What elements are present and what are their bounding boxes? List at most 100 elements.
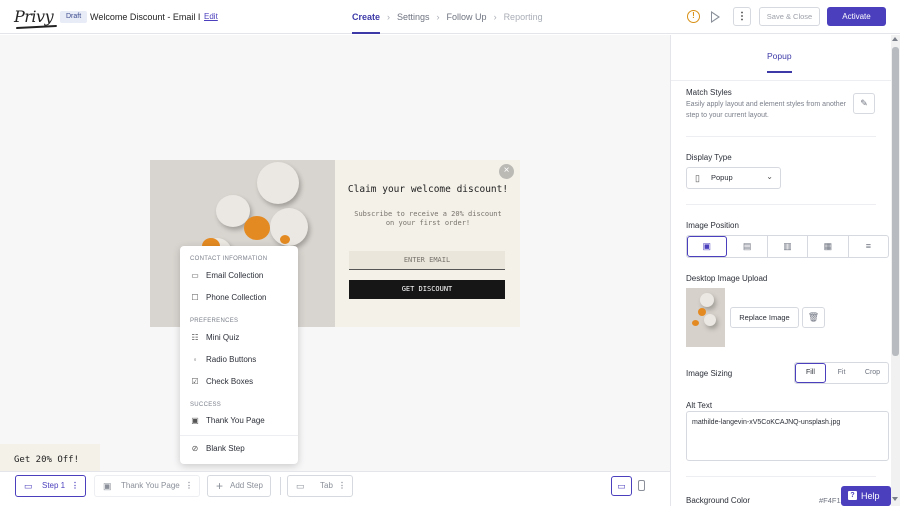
add-step-label: Add Step [230,481,263,490]
menu-item-thank-you-page[interactable]: ▣ Thank You Page [190,414,265,428]
chevron-down-icon: ⌄ [766,172,773,181]
match-styles-description: Easily apply layout and element styles f… [686,101,846,119]
more-options-button[interactable]: ⋮ [733,7,751,26]
menu-divider [180,435,298,436]
divider [686,476,876,477]
sizing-fill-option[interactable]: Fill [795,363,826,383]
menu-item-radio-buttons[interactable]: ◦ Radio Buttons [190,353,257,367]
background-color-label: Background Color [686,496,751,505]
no-icon: ⊘ [191,444,199,453]
image-sizing-label: Image Sizing [686,369,733,378]
campaign-name: Welcome Discount - Email I [90,12,200,22]
image-left-icon[interactable]: ▣ [687,236,728,257]
wizard-steps: Create › Settings › Follow Up › Reportin… [352,0,543,34]
display-type-select[interactable]: ▯ Popup ⌄ [686,167,781,189]
desktop-view-icon[interactable]: ▭ [611,476,632,496]
menu-item-blank-step[interactable]: ⊘ Blank Step [190,442,245,456]
divider [686,204,876,205]
replace-image-button[interactable]: Replace Image [730,307,799,328]
inbox-icon: ▭ [191,271,199,280]
radio-list-icon: ◦ [193,355,197,364]
menu-item-label: Check Boxes [206,377,254,386]
thank-you-step-button[interactable]: ▣ Thank You Page ⋮ [94,475,200,497]
step-options-icon[interactable]: ⋮ [338,476,346,496]
alt-text-field[interactable]: mathilde-langevin-xV5CoKCAJNQ-unsplash.j… [686,411,889,461]
popup-title[interactable]: Claim your welcome discount! [345,184,511,196]
settings-panel: Popup Match Styles Easily apply layout a… [670,35,900,506]
scrollbar-thumb[interactable] [892,47,899,356]
chevron-right-icon: › [436,12,440,22]
step-options-icon[interactable]: ⋮ [185,476,193,496]
add-step-menu: CONTACT INFORMATION ▭ Email Collection ☐ P… [180,246,298,464]
chevron-right-icon: › [387,12,391,22]
menu-item-phone-collection[interactable]: ☐ Phone Collection [190,291,266,305]
desktop-image-upload-label: Desktop Image Upload [686,274,768,283]
step-label: Tab [320,481,333,490]
image-top-icon[interactable]: ▥ [768,236,809,257]
menu-item-check-boxes[interactable]: ☑ Check Boxes [190,375,253,389]
edit-styles-icon[interactable]: ✎ [853,93,875,114]
divider [280,477,281,495]
plus-icon: + [216,479,224,493]
background-color-value[interactable]: #F4F1 [819,496,841,505]
menu-item-label: Blank Step [206,444,245,453]
help-button[interactable]: Help [841,486,891,506]
step-options-icon[interactable]: ⋮ [71,476,79,496]
divider [686,136,876,137]
chevron-right-icon: › [493,12,497,22]
step-1-button[interactable]: ▭ Step 1 ⋮ [15,475,86,497]
mobile-view-icon[interactable] [638,480,645,491]
image-right-icon[interactable]: ▤ [727,236,768,257]
warning-icon[interactable]: ! [687,10,700,23]
step-bar: ▭ Step 1 ⋮ ▣ Thank You Page ⋮ + Add Step… [0,471,670,506]
tab-icon: ▭ [296,481,305,491]
preview-play-icon[interactable] [711,11,720,23]
checkbox-list-icon: ☑ [191,377,199,386]
image-card-icon: ▣ [103,481,112,491]
tab-step-button[interactable]: ▭ Tab ⋮ [287,475,353,497]
menu-section-title: CONTACT INFORMATION [190,256,268,262]
flower-shape [280,235,290,244]
step-create[interactable]: Create [352,0,381,34]
display-type-value: Popup [711,173,733,182]
step-label: Step 1 [42,481,66,490]
popup-subtitle[interactable]: Subscribe to receive a 20% discount on y… [348,210,508,227]
menu-item-label: Email Collection [206,271,264,280]
no-image-icon[interactable]: ≡ [849,236,888,257]
popup-cta-button[interactable]: GET DISCOUNT [349,280,505,299]
sizing-fit-option[interactable]: Fit [826,363,857,383]
vase-shape [700,293,714,307]
divider [671,80,900,81]
image-position-label: Image Position [686,221,739,230]
menu-item-label: Phone Collection [206,293,267,302]
vase-shape [257,162,299,204]
teaser-tab[interactable]: Get 20% Off! [0,444,100,472]
phone-icon: ☐ [191,293,199,302]
scroll-up-icon[interactable] [892,37,898,41]
add-step-button[interactable]: + Add Step [207,475,271,497]
step-settings[interactable]: Settings [397,0,430,34]
menu-section-title: SUCCESS [190,402,222,408]
popup-type-icon: ▯ [695,173,700,183]
image-position-group: ▣ ▤ ▥ ▦ ≡ [686,235,889,258]
trash-icon[interactable]: 🗑 [802,307,825,328]
step-follow-up[interactable]: Follow Up [447,0,487,34]
popup-close-button[interactable]: × [499,164,514,179]
activate-button[interactable]: Activate [827,7,886,26]
quiz-icon: ☷ [191,333,199,342]
privy-logo[interactable]: Privy [14,7,54,26]
image-bottom-icon[interactable]: ▦ [808,236,849,257]
display-type-label: Display Type [686,153,732,162]
popup-email-input[interactable]: ENTER EMAIL [349,251,505,270]
sizing-crop-option[interactable]: Crop [857,363,888,383]
scroll-down-icon[interactable] [892,497,898,501]
edit-name-link[interactable]: Edit [204,12,218,21]
tab-popup[interactable]: Popup [767,51,792,73]
save-close-button[interactable]: Save & Close [759,7,820,26]
flower-shape [698,308,706,316]
step-reporting[interactable]: Reporting [504,0,543,34]
flower-shape [692,320,699,326]
menu-item-email-collection[interactable]: ▭ Email Collection [190,269,263,283]
menu-item-mini-quiz[interactable]: ☷ Mini Quiz [190,331,239,345]
step-label: Thank You Page [121,481,180,490]
